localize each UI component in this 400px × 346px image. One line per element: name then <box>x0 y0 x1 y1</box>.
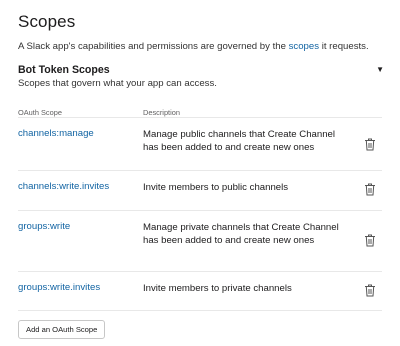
table-row: groups:write.invites Invite members to p… <box>18 271 382 311</box>
table-row: groups:write Manage private channels tha… <box>18 210 382 271</box>
scope-name[interactable]: groups:write.invites <box>18 282 100 293</box>
table-row: channels:write.invites Invite members to… <box>18 170 382 210</box>
trash-icon[interactable] <box>364 234 376 247</box>
trash-icon[interactable] <box>364 183 376 196</box>
scope-description: Invite members to public channels <box>143 182 289 193</box>
intro-text: A Slack app's capabilities and permissio… <box>18 41 369 52</box>
page-title: Scopes <box>18 12 76 31</box>
column-header-description: Description <box>143 108 180 117</box>
scope-description: Manage public channels that Create Chann… <box>143 129 336 153</box>
scope-description: Manage private channels that Create Chan… <box>143 222 339 246</box>
table-row: channels:manage Manage public channels t… <box>18 117 382 170</box>
bot-token-scopes-subtitle: Scopes that govern what your app can acc… <box>18 78 217 89</box>
scopes-page: Scopes A Slack app's capabilities and pe… <box>0 0 400 346</box>
scope-name[interactable]: channels:write.invites <box>18 181 109 192</box>
trash-icon[interactable] <box>364 284 376 297</box>
add-oauth-scope-button[interactable]: Add an OAuth Scope <box>18 320 106 339</box>
caret-down-icon[interactable]: ▼ <box>376 65 384 74</box>
scope-description: Invite members to private channels <box>143 283 292 294</box>
scope-name[interactable]: channels:manage <box>18 128 94 139</box>
trash-icon[interactable] <box>364 138 376 151</box>
scopes-link[interactable]: scopes <box>289 41 319 52</box>
intro-text-end: it requests. <box>319 41 369 52</box>
bot-token-scopes-heading: Bot Token Scopes <box>18 64 110 76</box>
scopes-table: channels:manage Manage public channels t… <box>18 117 382 311</box>
intro-text-start: A Slack app's capabilities and permissio… <box>18 41 289 52</box>
column-header-oauth-scope: OAuth Scope <box>18 108 62 117</box>
scope-name[interactable]: groups:write <box>18 221 70 232</box>
